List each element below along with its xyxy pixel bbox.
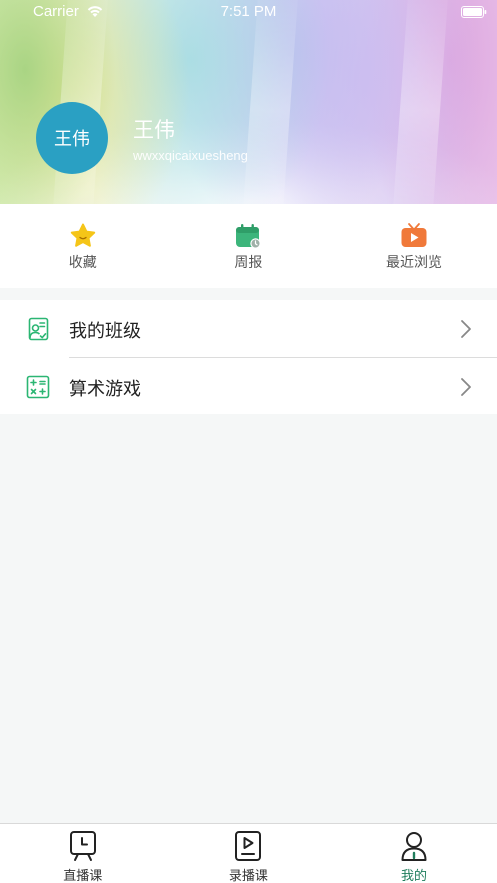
weekly-report-label: 周报: [234, 255, 263, 271]
header-decoration: [390, 0, 450, 204]
recently-viewed-button[interactable]: 最近浏览: [331, 204, 497, 288]
favorites-label: 收藏: [68, 255, 97, 271]
header-decoration: [240, 0, 300, 204]
star-icon: [70, 223, 95, 247]
tab-label-live-class: 直播课: [63, 869, 103, 883]
tab-bar: 直播课 录播课 我的: [0, 823, 497, 883]
avatar[interactable]: 王伟: [36, 102, 108, 174]
tab-mine[interactable]: 我的: [331, 824, 497, 883]
tab-label-recorded-class: 录播课: [228, 869, 268, 883]
tv-play-icon: [401, 223, 427, 247]
calculator-icon: [26, 375, 50, 399]
tab-recorded-class[interactable]: 录播课: [166, 824, 332, 883]
avatar-text: 王伟: [54, 129, 90, 150]
menu-item-my-class[interactable]: 我的班级: [0, 300, 497, 357]
clock-label: 7:51 PM: [220, 3, 277, 20]
battery-icon: [461, 6, 487, 18]
quick-actions: 收藏 周报 最近浏览: [0, 204, 497, 288]
chevron-right-icon: [461, 378, 471, 396]
calendar-icon: [236, 224, 262, 249]
class-icon: [28, 317, 49, 341]
menu-label-arithmetic-game: 算术游戏: [69, 379, 141, 400]
settings-menu: 我的班级 算术游戏: [0, 300, 497, 414]
favorites-button[interactable]: 收藏: [0, 204, 166, 288]
live-class-icon: [69, 831, 96, 861]
recorded-class-icon: [235, 831, 262, 861]
tab-live-class[interactable]: 直播课: [0, 824, 166, 883]
profile-header: Carrier 7:51 PM 王伟 王伟 wwxxqicaixuesheng: [0, 0, 497, 204]
status-bar: Carrier 7:51 PM: [0, 0, 497, 24]
recently-viewed-label: 最近浏览: [385, 255, 442, 271]
menu-item-arithmetic-game[interactable]: 算术游戏: [26, 357, 497, 414]
username: wwxxqicaixuesheng: [133, 148, 248, 163]
chevron-right-icon: [461, 320, 471, 338]
profile-icon: [401, 832, 427, 861]
tab-label-mine: 我的: [400, 869, 427, 883]
user-name: 王伟: [133, 118, 175, 142]
menu-label-my-class: 我的班级: [69, 321, 141, 342]
weekly-report-button[interactable]: 周报: [166, 204, 332, 288]
